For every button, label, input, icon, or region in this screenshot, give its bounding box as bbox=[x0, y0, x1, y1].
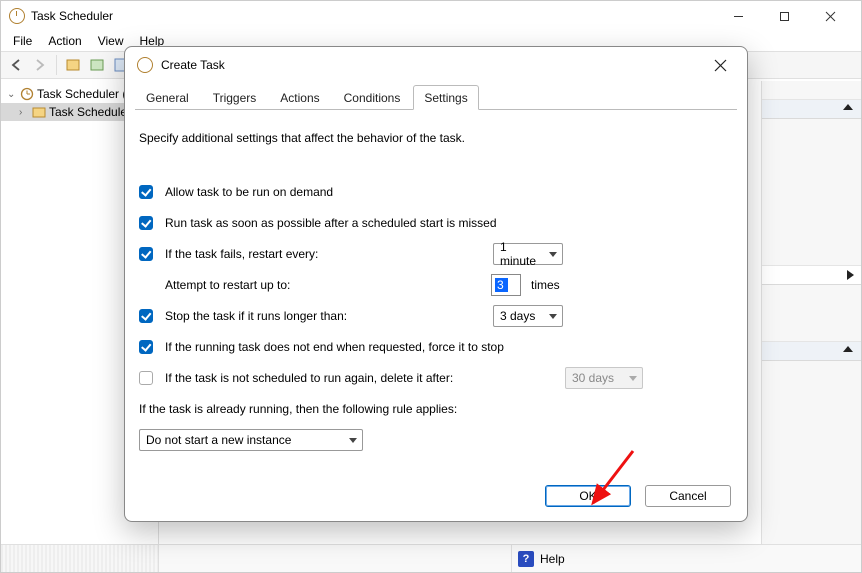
ok-button[interactable]: OK bbox=[545, 485, 631, 507]
minimize-button[interactable] bbox=[715, 1, 761, 31]
label-rule-applies: If the task is already running, then the… bbox=[139, 402, 457, 416]
expand-icon: › bbox=[19, 107, 29, 118]
combo-stop-duration-value: 3 days bbox=[500, 309, 535, 323]
actions-section-1[interactable] bbox=[762, 99, 861, 119]
cancel-button[interactable]: Cancel bbox=[645, 485, 731, 507]
tree-root-label: Task Scheduler (L bbox=[37, 87, 133, 101]
combo-rule-value: Do not start a new instance bbox=[146, 433, 291, 447]
tab-conditions[interactable]: Conditions bbox=[333, 85, 412, 109]
combo-delete-after-duration: 30 days bbox=[565, 367, 643, 389]
combo-rule[interactable]: Do not start a new instance bbox=[139, 429, 363, 451]
folder-icon bbox=[32, 105, 46, 119]
actions-section-3[interactable] bbox=[762, 341, 861, 361]
chevron-down-icon bbox=[549, 252, 557, 257]
menu-file[interactable]: File bbox=[7, 32, 38, 50]
label-force-stop: If the running task does not end when re… bbox=[165, 340, 504, 354]
maximize-button[interactable] bbox=[761, 1, 807, 31]
actions-panel bbox=[761, 81, 861, 544]
clock-icon bbox=[20, 87, 34, 101]
chevron-down-icon bbox=[629, 376, 637, 381]
label-restart-every: If the task fails, restart every: bbox=[165, 247, 493, 261]
dialog-close-button[interactable] bbox=[705, 50, 735, 80]
chevron-down-icon bbox=[549, 314, 557, 319]
window-title: Task Scheduler bbox=[31, 9, 715, 23]
settings-panel: Specify additional settings that affect … bbox=[125, 110, 747, 472]
menu-action[interactable]: Action bbox=[42, 32, 87, 50]
input-attempt-count[interactable]: 3 bbox=[491, 274, 521, 296]
toolbar-icon-2[interactable] bbox=[86, 54, 108, 76]
input-attempt-count-value: 3 bbox=[495, 278, 508, 292]
combo-stop-duration[interactable]: 3 days bbox=[493, 305, 563, 327]
tab-strip: General Triggers Actions Conditions Sett… bbox=[125, 83, 747, 109]
checkbox-stop-if-longer[interactable] bbox=[139, 309, 153, 323]
label-stop-if-longer: Stop the task if it runs longer than: bbox=[165, 309, 493, 323]
menu-view[interactable]: View bbox=[92, 32, 130, 50]
back-button[interactable] bbox=[5, 54, 27, 76]
clock-icon bbox=[137, 57, 153, 73]
status-help[interactable]: ? Help bbox=[511, 545, 861, 572]
create-task-dialog: Create Task General Triggers Actions Con… bbox=[124, 46, 748, 522]
dialog-titlebar: Create Task bbox=[125, 47, 747, 83]
label-delete-after: If the task is not scheduled to run agai… bbox=[165, 371, 565, 385]
tab-actions[interactable]: Actions bbox=[269, 85, 330, 109]
tab-general[interactable]: General bbox=[135, 85, 200, 109]
label-times: times bbox=[531, 278, 560, 292]
tab-settings[interactable]: Settings bbox=[413, 85, 478, 110]
label-run-asap: Run task as soon as possible after a sch… bbox=[165, 216, 497, 230]
close-button[interactable] bbox=[807, 1, 853, 31]
checkbox-force-stop[interactable] bbox=[139, 340, 153, 354]
toolbar-icon-1[interactable] bbox=[62, 54, 84, 76]
status-bar: ? Help bbox=[1, 544, 861, 572]
status-cell-1 bbox=[1, 545, 159, 572]
status-cell-2 bbox=[159, 545, 511, 572]
checkbox-delete-after[interactable] bbox=[139, 371, 153, 385]
label-attempt-up-to: Attempt to restart up to: bbox=[165, 278, 491, 292]
dialog-title: Create Task bbox=[161, 58, 705, 72]
label-allow-on-demand: Allow task to be run on demand bbox=[165, 185, 333, 199]
actions-section-2[interactable] bbox=[762, 265, 861, 285]
status-help-label: Help bbox=[540, 552, 565, 566]
tree-child-label: Task Schedule bbox=[49, 105, 127, 119]
expand-icon: ⌄ bbox=[7, 89, 17, 100]
forward-button[interactable] bbox=[29, 54, 51, 76]
settings-intro: Specify additional settings that affect … bbox=[139, 131, 465, 145]
help-icon: ? bbox=[518, 551, 534, 567]
checkbox-run-asap[interactable] bbox=[139, 216, 153, 230]
chevron-down-icon bbox=[349, 438, 357, 443]
tab-triggers[interactable]: Triggers bbox=[202, 85, 268, 109]
checkbox-allow-on-demand[interactable] bbox=[139, 185, 153, 199]
combo-delete-after-value: 30 days bbox=[572, 371, 614, 385]
app-icon bbox=[9, 8, 25, 24]
combo-restart-interval-value: 1 minute bbox=[500, 240, 544, 268]
title-bar: Task Scheduler bbox=[1, 1, 861, 31]
checkbox-restart-every[interactable] bbox=[139, 247, 153, 261]
combo-restart-interval[interactable]: 1 minute bbox=[493, 243, 563, 265]
